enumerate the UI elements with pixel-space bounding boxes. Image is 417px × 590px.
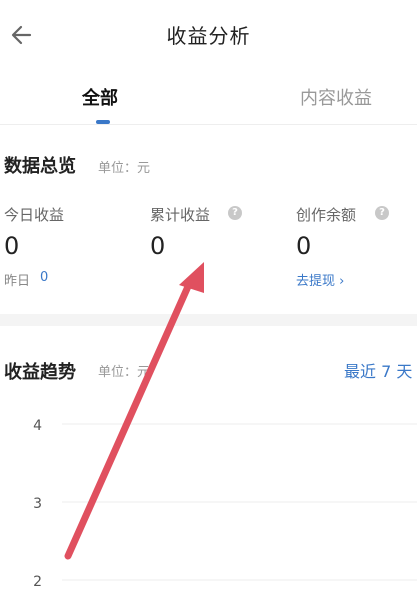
page: 收益分析 全部 内容收益 数据总览 单位：元 今日收益 0 累计收益 ? 0 创… — [0, 0, 417, 590]
stat-value-balance: 0 — [296, 232, 312, 260]
section-separator — [0, 314, 417, 326]
help-icon[interactable]: ? — [375, 206, 389, 220]
trend-title: 收益趋势 — [4, 362, 76, 383]
page-title: 收益分析 — [166, 24, 251, 48]
stat-label-cumulative: 累计收益 — [150, 206, 211, 224]
tab-divider — [0, 124, 417, 125]
help-icon[interactable]: ? — [228, 206, 242, 220]
yesterday-value: 0 — [40, 270, 49, 285]
y-tick-label: 3 — [33, 496, 42, 512]
tab-content-earnings[interactable]: 内容收益 — [300, 84, 372, 110]
overview-unit: 单位：元 — [98, 161, 151, 176]
stat-value-cumulative: 0 — [150, 232, 166, 260]
range-selector[interactable]: 最近 7 天 — [344, 358, 412, 382]
overview-title: 数据总览 — [4, 156, 76, 177]
y-tick-label: 4 — [33, 418, 42, 434]
tab-bar: 全部 内容收益 — [0, 78, 417, 126]
annotation-arrow-head — [179, 262, 204, 293]
yesterday-label: 昨日 — [4, 274, 31, 289]
trend-unit: 单位：元 — [98, 365, 151, 380]
tab-all[interactable]: 全部 — [82, 84, 118, 110]
y-tick-label: 2 — [33, 574, 42, 590]
trend-chart: 2 3 4 — [33, 418, 417, 590]
withdraw-link[interactable]: 去提现 › — [296, 270, 344, 289]
top-bar: 收益分析 — [0, 0, 417, 70]
stat-label-today: 今日收益 — [4, 206, 65, 224]
stat-value-today: 0 — [4, 232, 20, 260]
stat-label-balance: 创作余额 — [296, 206, 357, 224]
